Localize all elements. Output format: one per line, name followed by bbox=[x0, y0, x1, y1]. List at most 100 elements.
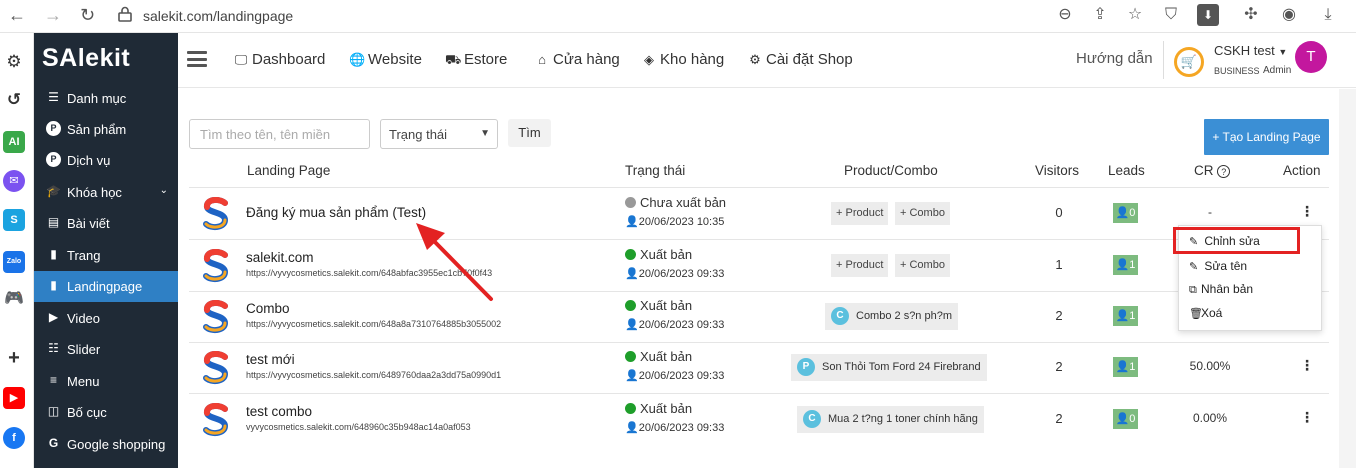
status-select[interactable]: Trạng thái ▼ bbox=[380, 119, 498, 149]
nav-estore[interactable]: ⛟ Estore bbox=[445, 51, 507, 70]
create-landing-page-button[interactable]: + Tạo Landing Page bbox=[1204, 119, 1329, 155]
sidebar-item-products[interactable]: P Sản phẩm bbox=[34, 114, 178, 145]
add-product-button[interactable]: + Product bbox=[831, 254, 889, 277]
nav-shop[interactable]: ⌂ Cửa hàng bbox=[534, 51, 620, 68]
landing-page-url[interactable]: https://vyvycosmetics.salekit.com/648abf… bbox=[246, 268, 492, 278]
product-tag[interactable]: P Son Thỏi Tom Ford 24 Firebrand bbox=[791, 354, 987, 381]
nav-dashboard[interactable]: 🖵 Dashboard bbox=[233, 51, 326, 68]
salekit-logo-icon bbox=[203, 249, 229, 283]
share-icon[interactable]: ⇪ bbox=[1089, 4, 1111, 26]
status-badge: Xuất bản bbox=[625, 247, 692, 262]
extensions-icon[interactable]: ✣ bbox=[1240, 4, 1262, 26]
back-icon[interactable]: ← bbox=[8, 5, 26, 26]
landing-page-url[interactable]: https://vyvycosmetics.salekit.com/648976… bbox=[246, 370, 501, 380]
leads-badge[interactable]: 👤1 bbox=[1113, 357, 1138, 377]
landing-page-url[interactable]: vyvycosmetics.salekit.com/648960c35b948a… bbox=[246, 422, 471, 432]
landing-page-title[interactable]: salekit.com bbox=[246, 250, 314, 265]
settings-gear-icon[interactable]: ⚙ bbox=[3, 51, 25, 73]
search-input[interactable] bbox=[189, 119, 370, 149]
sidebar-item-layout[interactable]: ◫ Bố cục bbox=[34, 397, 178, 428]
browser-toolbar: ← → ↻ salekit.com/landingpage ⊖ ⇪ ☆ ⛉ ⬇ … bbox=[0, 0, 1356, 33]
article-icon: ▤ bbox=[47, 215, 60, 229]
avatar[interactable]: T bbox=[1295, 41, 1327, 73]
more-vertical-icon[interactable]: ⋮ bbox=[1297, 409, 1317, 426]
visitors-count: 2 bbox=[1055, 411, 1063, 426]
leads-count: 0 bbox=[1129, 413, 1136, 425]
messenger-icon[interactable]: ✉ bbox=[3, 170, 25, 192]
site-info-icon[interactable] bbox=[118, 6, 132, 25]
landing-page-title[interactable]: Combo bbox=[246, 301, 290, 316]
history-icon[interactable]: ↺ bbox=[3, 89, 25, 111]
store-icon: ⛟ bbox=[445, 52, 462, 67]
visitors-count: 0 bbox=[1055, 205, 1063, 220]
landing-page-url[interactable]: https://vyvycosmetics.salekit.com/648a8a… bbox=[246, 319, 501, 329]
shop-cart-icon[interactable]: 🛒 bbox=[1174, 47, 1204, 77]
help-circle-icon[interactable]: ? bbox=[1217, 165, 1231, 178]
nav-warehouse[interactable]: ◈ Kho hàng bbox=[641, 51, 724, 68]
sidebar-item-courses[interactable]: 🎓 Khóa học ⌄ bbox=[34, 177, 178, 208]
menu-item-delete[interactable]: 🗑Xoá bbox=[1189, 306, 1222, 320]
hamburger-icon[interactable] bbox=[187, 51, 207, 67]
user-icon: 👤 bbox=[1115, 259, 1130, 271]
user-menu[interactable]: CSKH test ▼ bbox=[1214, 43, 1287, 58]
nav-shop-settings[interactable]: ⚙ Cài đặt Shop bbox=[747, 51, 853, 68]
help-link[interactable]: Hướng dẫn bbox=[1076, 50, 1153, 67]
cr-label: CR bbox=[1194, 163, 1214, 178]
star-icon[interactable]: ☆ bbox=[1124, 4, 1146, 26]
gamepad-icon[interactable]: 🎮 bbox=[3, 288, 25, 310]
landing-page-title[interactable]: test combo bbox=[246, 404, 312, 419]
user-icon: 👤 bbox=[625, 370, 639, 382]
sidebar-item-google-shopping[interactable]: G Google shopping bbox=[34, 429, 178, 460]
page-icon: ▮ bbox=[50, 247, 57, 261]
sidebar-item-landingpage[interactable]: ▮ Landingpage bbox=[34, 271, 178, 302]
column-header-product: Product/Combo bbox=[844, 163, 938, 178]
find-button[interactable]: Tìm bbox=[508, 119, 551, 147]
menu-item-duplicate[interactable]: ⧉ Nhân bản bbox=[1189, 282, 1253, 297]
date-value: 20/06/2023 10:35 bbox=[638, 216, 725, 228]
sidebar-item-video[interactable]: ▶ Video bbox=[34, 303, 178, 334]
leads-badge[interactable]: 👤0 bbox=[1113, 409, 1138, 429]
sidebar-item-articles[interactable]: ▤ Bài viết bbox=[34, 208, 178, 239]
profile-icon[interactable]: ◉ bbox=[1278, 4, 1300, 26]
facebook-icon[interactable]: f bbox=[3, 427, 25, 449]
landing-page-title[interactable]: test mới bbox=[246, 352, 295, 367]
menu-item-rename[interactable]: ✎ Sửa tên bbox=[1189, 259, 1247, 273]
more-vertical-icon[interactable]: ⋮ bbox=[1297, 203, 1317, 220]
product-tag[interactable]: C Mua 2 t?ng 1 toner chính hãng bbox=[797, 406, 984, 433]
add-combo-button[interactable]: + Combo bbox=[895, 202, 950, 225]
leads-badge[interactable]: 👤1 bbox=[1113, 255, 1138, 275]
leads-badge[interactable]: 👤0 bbox=[1113, 203, 1138, 223]
shield-icon[interactable]: ⛉ bbox=[1160, 4, 1182, 26]
app-logo[interactable]: SAlekit bbox=[42, 44, 130, 73]
service-icon: P bbox=[46, 152, 61, 167]
status-dot bbox=[625, 300, 636, 311]
add-combo-button[interactable]: + Combo bbox=[895, 254, 950, 277]
sidebar-item-services[interactable]: P Dịch vụ bbox=[34, 145, 178, 176]
download-ext-icon[interactable]: ⬇ bbox=[1197, 4, 1219, 26]
sidebar-item-categories[interactable]: ☰ Danh mục bbox=[34, 83, 178, 114]
product-tag[interactable]: C Combo 2 s?n ph?m bbox=[825, 303, 958, 330]
user-icon: 👤 bbox=[1115, 207, 1130, 219]
zalo-icon[interactable]: Zalo bbox=[3, 251, 25, 273]
downloads-icon[interactable]: ⤓ bbox=[1317, 4, 1339, 26]
sidebar-item-slider[interactable]: ☷ Slider bbox=[34, 334, 178, 365]
landing-page-title[interactable]: Đăng ký mua sản phẩm (Test) bbox=[246, 205, 426, 220]
leads-badge[interactable]: 👤1 bbox=[1113, 306, 1138, 326]
combo-letter-icon: C bbox=[831, 307, 849, 325]
youtube-icon[interactable]: ▶ bbox=[3, 387, 25, 409]
skype-icon[interactable]: S bbox=[3, 209, 25, 231]
address-bar[interactable]: salekit.com/landingpage bbox=[143, 8, 293, 24]
more-vertical-icon[interactable]: ⋮ bbox=[1297, 357, 1317, 374]
add-product-button[interactable]: + Product bbox=[831, 202, 889, 225]
column-header-cr: CR ? bbox=[1194, 163, 1231, 178]
status-dot bbox=[625, 197, 636, 208]
nav-website[interactable]: 🌐 Website bbox=[349, 51, 422, 68]
sidebar-item-menu[interactable]: ≡ Menu bbox=[34, 366, 178, 397]
reload-icon[interactable]: ↻ bbox=[80, 5, 95, 26]
forward-icon[interactable]: → bbox=[44, 5, 62, 26]
add-icon[interactable]: + bbox=[3, 347, 25, 369]
ai-ext-icon[interactable]: AI bbox=[3, 131, 25, 153]
table-row: test combo vyvycosmetics.salekit.com/648… bbox=[189, 394, 1329, 445]
zoom-out-icon[interactable]: ⊖ bbox=[1054, 4, 1076, 26]
sidebar-item-pages[interactable]: ▮ Trang bbox=[34, 240, 178, 271]
